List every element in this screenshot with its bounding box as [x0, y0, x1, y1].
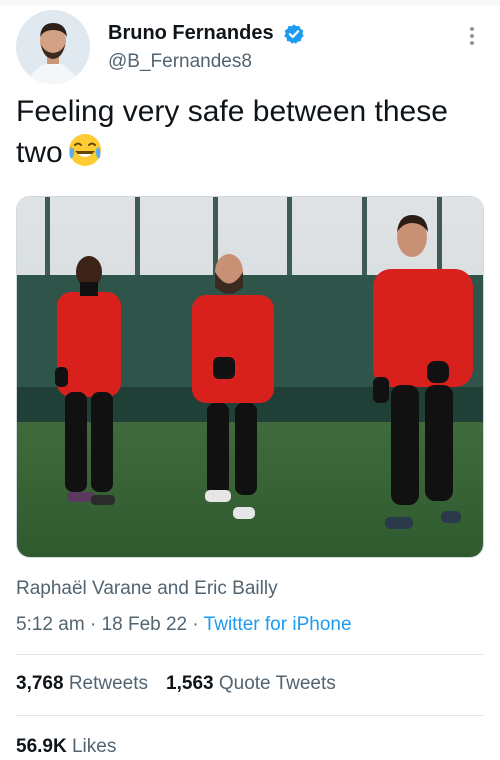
engagement-stats: 3,768 Retweets 1,563 Quote Tweets	[16, 673, 336, 695]
display-name[interactable]: Bruno Fernandes	[108, 22, 274, 45]
quote-count: 1,563	[166, 673, 214, 694]
meta-separator: ·	[89, 614, 97, 635]
handle[interactable]: @B_Fernandes8	[108, 51, 305, 73]
author-names: Bruno Fernandes @B_Fernandes8	[108, 22, 305, 73]
likes-count: 56.9K	[16, 736, 67, 757]
verified-badge-icon	[284, 23, 304, 44]
quote-tweets-stat[interactable]: 1,563 Quote Tweets	[166, 673, 336, 694]
tweet-date[interactable]: 18 Feb 22	[102, 614, 188, 635]
likes-label: Likes	[71, 736, 117, 757]
face-with-tears-of-joy-icon	[68, 134, 101, 166]
tweet-time[interactable]: 5:12 am	[16, 614, 85, 635]
three-footballers-training-photo-icon	[17, 197, 483, 557]
retweets-stat[interactable]: 3,768 Retweets	[16, 673, 148, 694]
retweets-count: 3,768	[16, 673, 64, 694]
divider	[16, 654, 484, 655]
media-caption[interactable]: Raphaël Varane and Eric Bailly	[16, 578, 278, 600]
tweet-media[interactable]	[16, 196, 484, 558]
avatar[interactable]	[16, 10, 90, 84]
tweet-header: Bruno Fernandes @B_Fernandes8	[16, 10, 484, 86]
tweet-source-link[interactable]: Twitter for iPhone	[204, 614, 352, 635]
tweet-text: Feeling very safe between these two	[16, 92, 476, 173]
meta-separator: ·	[192, 614, 199, 635]
top-strip	[0, 0, 500, 6]
likes-stat[interactable]: 56.9K Likes	[16, 736, 116, 758]
profile-photo-icon	[16, 10, 90, 84]
retweets-label: Retweets	[68, 673, 149, 694]
quote-label: Quote Tweets	[218, 673, 336, 694]
tweet-meta: 5:12 am · 18 Feb 22 · Twitter for iPhone	[16, 614, 352, 636]
more-options-icon[interactable]	[464, 24, 480, 48]
divider	[16, 715, 484, 716]
